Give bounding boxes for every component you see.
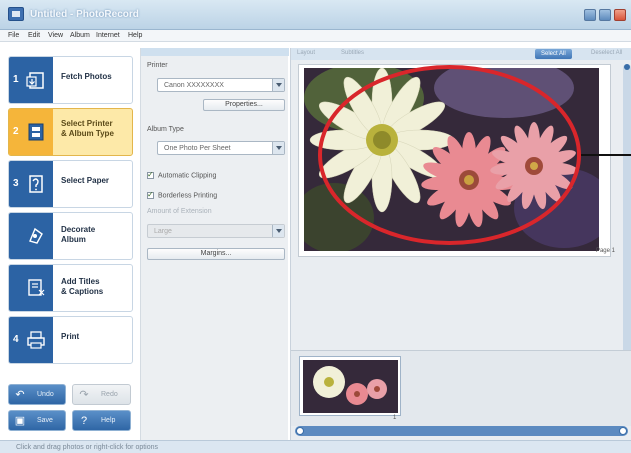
- help-icon: ?: [80, 415, 88, 427]
- chevron-down-icon: [272, 225, 284, 237]
- redo-button[interactable]: ↷ Redo: [72, 384, 131, 405]
- callout-line: [581, 154, 631, 156]
- save-button[interactable]: ▣ Save: [8, 410, 66, 431]
- horizontal-scrollbar[interactable]: [295, 426, 628, 436]
- menu-bar: File Edit View Album Internet Help: [0, 30, 631, 42]
- printer-select[interactable]: Canon XXXXXXXX: [157, 78, 285, 92]
- maximize-button[interactable]: [599, 9, 611, 21]
- step-label: Add Titles & Captions: [61, 277, 104, 296]
- menu-edit[interactable]: Edit: [28, 32, 40, 39]
- close-button[interactable]: [614, 9, 626, 21]
- step-label: Fetch Photos: [61, 72, 112, 81]
- undo-icon: ↶: [15, 389, 25, 401]
- scroll-thumb[interactable]: [624, 64, 630, 70]
- step-label: Select Paper: [61, 176, 110, 185]
- step-decorate-album[interactable]: Decorate Album: [8, 212, 133, 260]
- help-button[interactable]: ? Help: [72, 410, 131, 431]
- menu-album[interactable]: Album: [70, 32, 90, 39]
- subtitles-tool[interactable]: Subtitles: [341, 50, 364, 58]
- step-label: Decorate Album: [61, 225, 96, 244]
- title-bar: Untitled - PhotoRecord: [0, 0, 631, 30]
- amount-extension-label: Amount of Extension: [147, 208, 212, 215]
- paper-icon: [29, 175, 43, 193]
- borderless-checkbox[interactable]: Borderless Printing: [147, 190, 217, 199]
- save-icon: ▣: [14, 415, 26, 427]
- checkbox-checked-icon: [147, 170, 154, 179]
- page-number-label: Page 1: [595, 248, 615, 254]
- menu-internet[interactable]: Internet: [96, 32, 120, 39]
- step-print[interactable]: 4 Print: [8, 316, 133, 364]
- margins-button[interactable]: Margins...: [147, 248, 285, 260]
- step-number: 4: [13, 334, 19, 345]
- printer-label: Printer: [147, 62, 168, 69]
- menu-view[interactable]: View: [48, 32, 63, 39]
- print-icon: [27, 331, 45, 349]
- album-type-label: Album Type: [147, 126, 184, 133]
- settings-panel: Printer Canon XXXXXXXX Properties... Alb…: [140, 48, 289, 440]
- menu-file[interactable]: File: [8, 32, 19, 39]
- deselect-all-button[interactable]: Deselect All: [591, 50, 622, 58]
- step-select-paper[interactable]: 3 Select Paper: [8, 160, 133, 208]
- chevron-down-icon: [272, 142, 284, 154]
- action-buttons: ↶ Undo ↷ Redo ▣ Save ? Help: [8, 378, 133, 438]
- status-bar: Click and drag photos or right-click for…: [0, 440, 631, 453]
- amount-extension-select[interactable]: Large: [147, 224, 285, 238]
- properties-button[interactable]: Properties...: [203, 99, 285, 111]
- redo-icon: ↷: [79, 389, 89, 401]
- step-fetch-photos[interactable]: 1 Fetch Photos: [8, 56, 133, 104]
- titles-captions-icon: [28, 279, 45, 296]
- thumbnail-strip: 1: [291, 350, 631, 426]
- scroll-right-handle[interactable]: [619, 427, 627, 435]
- step-sidebar: 1 Fetch Photos 2 Select Printer & Album …: [8, 48, 133, 370]
- decorate-icon: [29, 227, 43, 244]
- photorecord-app-icon: [8, 7, 24, 21]
- minimize-button[interactable]: [584, 9, 596, 21]
- chevron-down-icon: [272, 79, 284, 91]
- auto-clipping-checkbox[interactable]: Automatic Clipping: [147, 170, 216, 179]
- status-text: Click and drag photos or right-click for…: [16, 444, 159, 451]
- page-thumbnail[interactable]: [299, 356, 401, 416]
- album-type-select[interactable]: One Photo Per Sheet: [157, 141, 285, 155]
- vertical-scrollbar[interactable]: [623, 64, 631, 354]
- layout-tool[interactable]: Layout: [297, 50, 315, 58]
- step-select-printer[interactable]: 2 Select Printer & Album Type: [8, 108, 133, 156]
- printer-album-icon: [28, 123, 44, 141]
- fetch-photos-icon: [26, 72, 44, 89]
- checkbox-checked-icon: [147, 190, 154, 199]
- undo-button[interactable]: ↶ Undo: [8, 384, 66, 405]
- window-title: Untitled - PhotoRecord: [30, 9, 139, 20]
- preview-toolbar: Layout Subtitles Select All Deselect All: [291, 48, 631, 60]
- step-number: 2: [13, 126, 19, 137]
- thumbnail-image: [303, 360, 398, 413]
- step-add-titles[interactable]: Add Titles & Captions: [8, 264, 133, 312]
- scroll-left-handle[interactable]: [296, 427, 304, 435]
- step-number: 3: [13, 178, 19, 189]
- menu-help[interactable]: Help: [128, 32, 142, 39]
- step-label: Select Printer & Album Type: [61, 119, 114, 138]
- highlight-ellipse: [318, 65, 581, 245]
- step-label: Print: [61, 332, 80, 341]
- thumbnail-number: 1: [393, 415, 397, 421]
- select-all-button[interactable]: Select All: [535, 49, 572, 59]
- step-number: 1: [13, 74, 19, 85]
